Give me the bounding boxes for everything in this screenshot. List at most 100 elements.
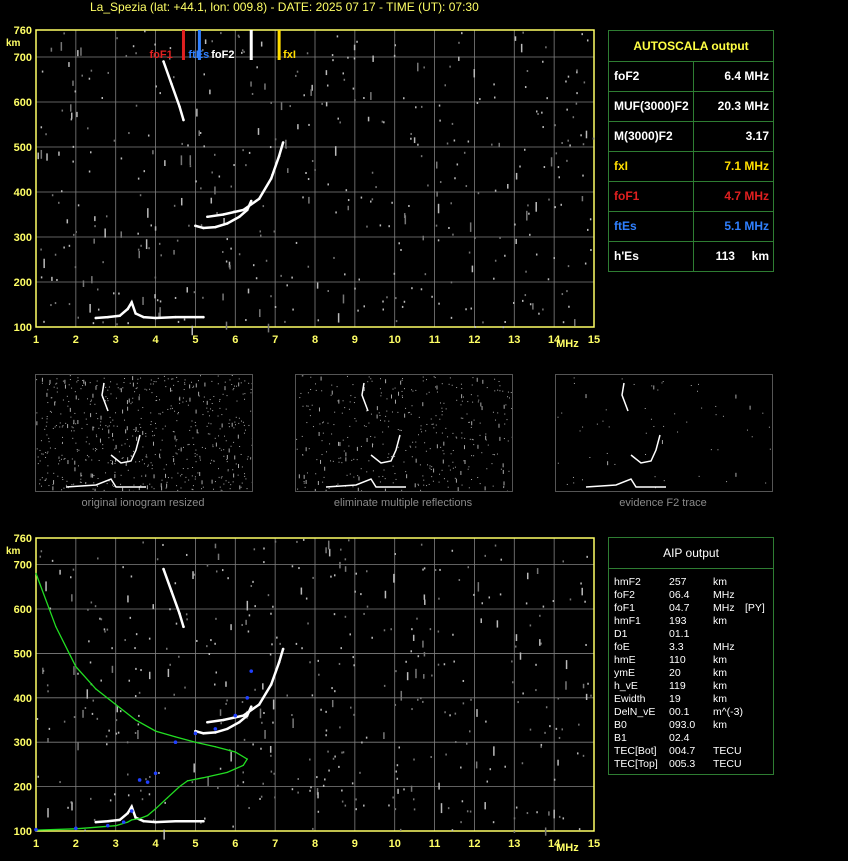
noise-dot [325, 101, 328, 107]
thumb-noise-dot [77, 419, 79, 424]
aip-profile-curve-point [178, 785, 181, 788]
noise-dot [494, 259, 497, 262]
aip-param-value: 119 [669, 680, 686, 692]
thumb-noise-dot [296, 448, 298, 450]
thumb-noise-dot [388, 420, 390, 422]
noise-dot [193, 763, 195, 773]
thumb-noise-dot [471, 384, 473, 386]
noise-dot [237, 34, 240, 37]
thumb-noise-dot [202, 401, 204, 403]
thumb-noise-dot [115, 397, 117, 399]
noise-dot [449, 65, 451, 68]
thumb-noise-dot [472, 401, 474, 403]
noise-dot [188, 224, 190, 227]
thumb-noise-dot [151, 464, 153, 466]
thumb-noise-dot [433, 468, 435, 473]
thumb-noise-dot [149, 483, 151, 485]
autoscala-param-label: foF1 [614, 189, 640, 203]
thumb-noise-dot [163, 468, 165, 470]
thumb-noise-dot [435, 424, 437, 426]
aip-param-name: foF1 [614, 602, 636, 614]
thumb-noise-dot [211, 403, 213, 405]
thumb-noise-dot [366, 437, 368, 442]
thumb-noise-dot [233, 473, 235, 478]
noise-dot [463, 151, 466, 154]
noise-dot [120, 231, 122, 238]
thumb-noise-dot [115, 412, 117, 414]
thumb-noise-dot [39, 479, 41, 481]
thumb-noise-dot [765, 482, 767, 484]
noise-dot [115, 732, 118, 735]
thumb-noise-dot [67, 405, 69, 407]
thumb-noise-dot [423, 479, 425, 481]
noise-dot [471, 265, 474, 273]
noise-dot [388, 225, 390, 228]
thumb-noise-dot [108, 425, 110, 427]
thumb-noise-dot [240, 382, 242, 384]
noise-dot [309, 789, 311, 792]
thumb-noise-dot [118, 451, 120, 453]
thumb-noise-dot [499, 385, 501, 387]
thumb-noise-dot [311, 404, 313, 406]
autoscala-param-label: M(3000)F2 [614, 129, 673, 143]
noise-dot [352, 87, 355, 90]
thumb-noise-dot [52, 486, 54, 491]
noise-dot [270, 295, 272, 298]
thumb-noise-dot [506, 419, 508, 421]
thumb-noise-dot [76, 381, 78, 383]
thumb-noise-dot [94, 488, 96, 493]
noise-dot [331, 687, 333, 690]
noise-dot [344, 615, 347, 618]
thumbnail-caption-evidence: evidence F2 trace [619, 497, 707, 509]
thumb-noise-dot [153, 488, 155, 490]
thumb-noise-dot [172, 455, 174, 457]
thumb-noise-dot [432, 480, 434, 482]
thumb-noise-dot [112, 419, 114, 421]
thumb-noise-dot [176, 453, 178, 455]
thumb-noise-dot [491, 463, 493, 465]
thumb-noise-dot [207, 411, 209, 413]
autoscala-divider [693, 241, 694, 271]
noise-dot [263, 561, 265, 564]
thumb-noise-dot [120, 474, 122, 476]
noise-dot [241, 623, 243, 626]
noise-dot [298, 567, 300, 570]
noise-dot [102, 321, 104, 324]
noise-dot [423, 651, 426, 657]
noise-dot [132, 45, 135, 48]
noise-dot [502, 326, 505, 329]
x-tick-label: 2 [73, 334, 79, 346]
thumb-noise-dot [440, 402, 442, 404]
noise-dot [56, 278, 58, 281]
noise-dot [287, 168, 289, 173]
thumb-noise-dot [378, 476, 380, 478]
noise-dot [127, 773, 129, 776]
noise-dot [220, 722, 222, 725]
thumb-noise-dot [633, 383, 635, 385]
noise-dot [120, 157, 123, 160]
noise-dot [159, 307, 161, 317]
thumb-noise-dot [75, 423, 77, 425]
noise-dot [308, 123, 310, 126]
noise-dot [296, 540, 298, 543]
thumb-noise-dot [481, 452, 483, 454]
thumb-noise-dot [451, 384, 453, 386]
thumb-noise-dot [502, 469, 504, 474]
noise-dot [214, 186, 216, 195]
noise-dot [325, 710, 327, 713]
thumb-noise-dot [94, 403, 96, 405]
noise-dot [363, 612, 365, 615]
noise-dot [305, 597, 308, 600]
thumb-noise-dot [194, 455, 196, 457]
thumb-noise-dot [244, 429, 246, 431]
thumb-noise-dot [485, 433, 487, 435]
thumb-noise-dot [211, 479, 213, 484]
autoscala-param-label: ftEs [614, 219, 637, 233]
thumb-noise-dot [107, 389, 109, 391]
noise-dot [474, 326, 477, 329]
noise-dot [583, 81, 586, 84]
thumb-noise-dot [477, 401, 479, 403]
noise-dot [207, 777, 209, 786]
noise-dot [129, 616, 132, 619]
thumb-noise-dot [557, 416, 559, 418]
